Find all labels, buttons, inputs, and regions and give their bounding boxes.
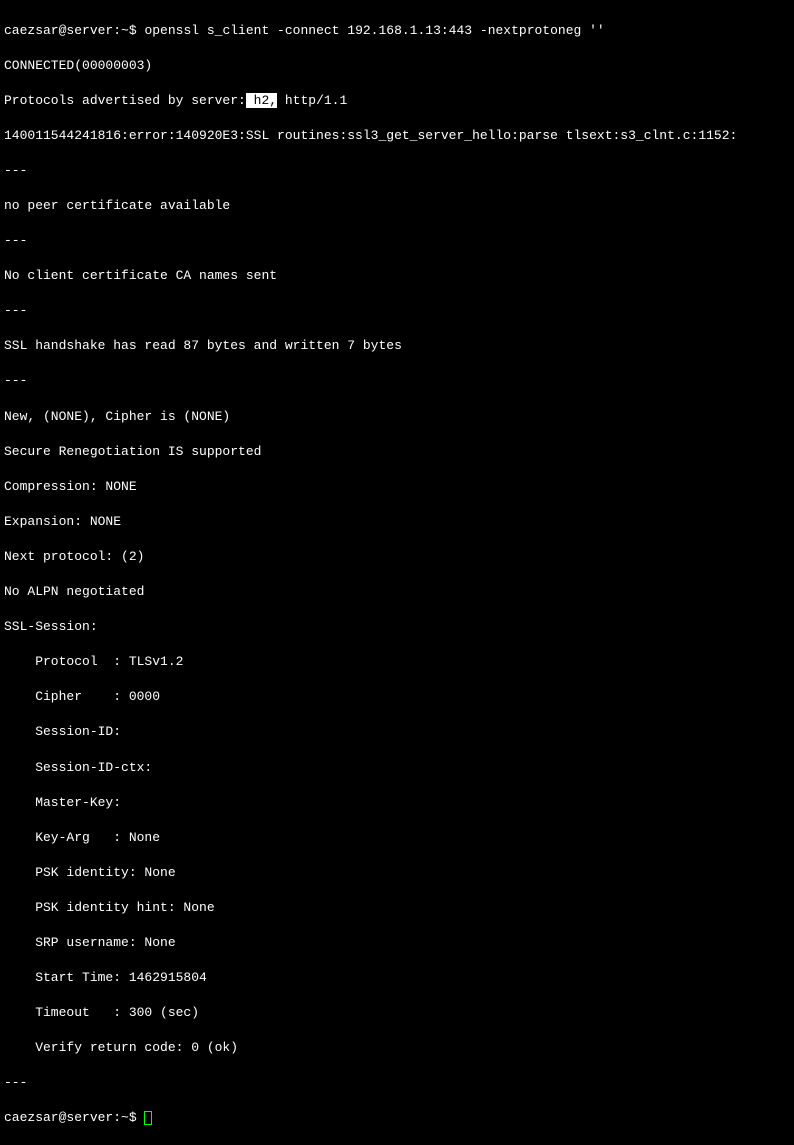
output-line-error: 140011544241816:error:140920E3:SSL routi… <box>4 127 790 145</box>
output-line: SSL-Session: <box>4 618 790 636</box>
command-line-1: caezsar@server:~$ openssl s_client -conn… <box>4 22 790 40</box>
output-line: PSK identity hint: None <box>4 899 790 917</box>
output-line: Session-ID: <box>4 723 790 741</box>
output-line: Protocol : TLSv1.2 <box>4 653 790 671</box>
output-line: PSK identity: None <box>4 864 790 882</box>
protocol-http11: http/1.1 <box>277 93 347 108</box>
output-line: Session-ID-ctx: <box>4 759 790 777</box>
output-line: Key-Arg : None <box>4 829 790 847</box>
protocols-label: Protocols advertised by server: <box>4 93 246 108</box>
cursor-icon[interactable] <box>144 1111 152 1125</box>
output-line: Next protocol: (2) <box>4 548 790 566</box>
protocol-h2-highlight: h2, <box>246 93 277 108</box>
output-line: SRP username: None <box>4 934 790 952</box>
terminal-output[interactable]: caezsar@server:~$ openssl s_client -conn… <box>4 4 790 1145</box>
output-line: SSL handshake has read 87 bytes and writ… <box>4 337 790 355</box>
output-line: Timeout : 300 (sec) <box>4 1004 790 1022</box>
output-line: Compression: NONE <box>4 478 790 496</box>
output-line-separator: --- <box>4 162 790 180</box>
output-line-separator: --- <box>4 232 790 250</box>
output-line: no peer certificate available <box>4 197 790 215</box>
output-line: Start Time: 1462915804 <box>4 969 790 987</box>
output-line: Verify return code: 0 (ok) <box>4 1039 790 1057</box>
prompt-user-host: caezsar@server <box>4 1110 113 1125</box>
prompt-user-host: caezsar@server <box>4 23 113 38</box>
output-line-separator: --- <box>4 372 790 390</box>
output-line: Master-Key: <box>4 794 790 812</box>
output-line-separator: --- <box>4 1074 790 1092</box>
command-text: openssl s_client -connect 192.168.1.13:4… <box>144 23 604 38</box>
command-line-2: caezsar@server:~$ <box>4 1109 790 1127</box>
output-line-protocols: Protocols advertised by server: h2, http… <box>4 92 790 110</box>
output-line: CONNECTED(00000003) <box>4 57 790 75</box>
output-line: Cipher : 0000 <box>4 688 790 706</box>
output-line-separator: --- <box>4 302 790 320</box>
prompt-path: :~$ <box>113 1110 144 1125</box>
output-line: New, (NONE), Cipher is (NONE) <box>4 408 790 426</box>
prompt-path: :~$ <box>113 23 144 38</box>
output-line: Secure Renegotiation IS supported <box>4 443 790 461</box>
output-line: No ALPN negotiated <box>4 583 790 601</box>
output-line: No client certificate CA names sent <box>4 267 790 285</box>
output-line: Expansion: NONE <box>4 513 790 531</box>
